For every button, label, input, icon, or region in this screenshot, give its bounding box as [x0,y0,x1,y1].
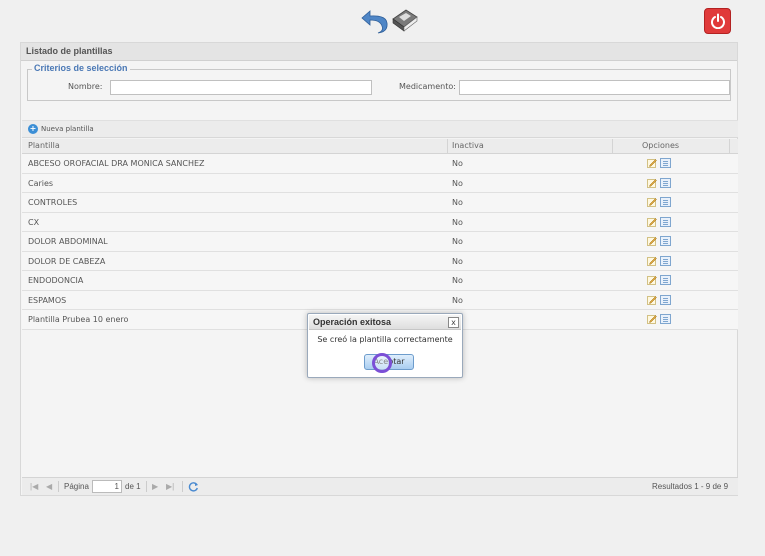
details-icon[interactable] [660,216,671,227]
template-name: CX [28,217,40,227]
grid-toolbar: + Nueva plantilla [22,120,738,138]
new-template-label: Nueva plantilla [41,125,94,133]
criteria-legend: Criterios de selección [32,63,130,73]
pager: |◀ ◀ Página 1 de 1 ▶ ▶| Resultados 1 - 9… [22,477,738,495]
column-header-opciones[interactable]: Opciones [642,141,679,150]
table-row[interactable]: Caries No [22,173,738,193]
inactive-value: No [452,217,463,227]
template-name: ESPAMOS [28,295,67,305]
book-icon[interactable] [390,5,420,33]
next-page-icon[interactable]: ▶ [152,482,158,491]
details-icon[interactable] [660,236,671,246]
template-name: DOLOR DE CABEZA [28,256,106,266]
panel-title: Listado de plantillas [21,43,737,61]
medicine-input[interactable] [459,80,730,95]
pager-divider [58,481,59,492]
selection-criteria: Criterios de selección Nombre: Medicamen… [27,63,731,101]
edit-icon[interactable] [647,178,657,188]
table-row[interactable]: DOLOR ABDOMINAL No [22,232,738,252]
click-indicator [372,353,392,373]
name-label: Nombre: [68,82,103,91]
inactive-value: No [452,237,463,246]
new-template-button[interactable]: + Nueva plantilla [28,124,94,134]
inactive-value: No [452,295,463,305]
table-row[interactable]: ABCESO OROFACIAL DRA MONICA SANCHEZ No [22,154,738,174]
details-icon[interactable] [660,275,671,285]
column-divider [447,139,448,154]
pager-divider [146,481,147,492]
column-header-inactiva[interactable]: Inactiva [452,141,484,150]
edit-icon[interactable] [647,295,657,305]
last-page-icon[interactable]: ▶| [166,482,174,491]
grid-header: Plantilla Inactiva Opciones [22,139,738,154]
medicine-label: Medicamento: [399,82,456,91]
details-icon[interactable] [660,177,671,188]
table-row[interactable]: ENDODONCIA No [22,271,738,291]
name-input[interactable] [110,80,372,95]
templates-panel: Listado de plantillas Criterios de selec… [20,42,738,496]
inactive-value: No [452,178,463,188]
template-name: ABCESO OROFACIAL DRA MONICA SANCHEZ [28,159,205,168]
details-icon[interactable] [660,314,671,324]
inactive-value: No [452,159,463,168]
prev-page-icon[interactable]: ◀ [46,482,52,491]
pager-divider [182,481,183,492]
template-name: Plantilla Prubea 10 enero [28,315,129,324]
template-name: DOLOR ABDOMINAL [28,237,108,246]
table-row[interactable]: CONTROLES No [22,193,738,213]
inactive-value: No [452,256,463,266]
back-arrow-icon[interactable] [360,8,390,34]
edit-icon[interactable] [647,217,657,227]
dialog-message: Se creó la plantilla correctamente [317,335,453,344]
template-name: CONTROLES [28,198,78,207]
grid-body: ABCESO OROFACIAL DRA MONICA SANCHEZ No C… [22,154,738,330]
edit-icon[interactable] [647,236,657,246]
template-name: Caries [28,178,54,188]
details-icon[interactable] [660,255,671,266]
power-icon [710,13,725,29]
column-header-plantilla[interactable]: Plantilla [28,141,60,150]
refresh-icon[interactable] [188,481,199,492]
first-page-icon[interactable]: |◀ [30,482,38,491]
logout-button[interactable] [704,8,731,34]
table-row[interactable]: DOLOR DE CABEZA No [22,251,738,271]
inactive-value: No [452,198,463,207]
page-label: Página [64,482,89,491]
edit-icon[interactable] [647,275,657,285]
inactive-value: No [452,276,463,285]
results-count: Resultados 1 - 9 de 9 [652,482,729,491]
edit-icon[interactable] [647,197,657,207]
top-toolbar [0,0,765,42]
details-icon[interactable] [660,197,671,207]
dialog-title: Operación exitosa [309,315,461,330]
column-divider [612,139,613,154]
edit-icon[interactable] [647,256,657,266]
close-icon[interactable]: x [448,317,459,328]
column-divider [729,139,730,154]
edit-icon[interactable] [647,314,657,324]
details-icon[interactable] [660,158,671,168]
table-row[interactable]: CX No [22,212,738,232]
details-icon[interactable] [660,294,671,305]
table-row[interactable]: ESPAMOS No [22,290,738,310]
page-input[interactable]: 1 [92,480,122,493]
edit-icon[interactable] [647,158,657,168]
page-total: de 1 [125,482,141,491]
template-name: ENDODONCIA [28,276,84,285]
add-icon: + [28,124,38,134]
